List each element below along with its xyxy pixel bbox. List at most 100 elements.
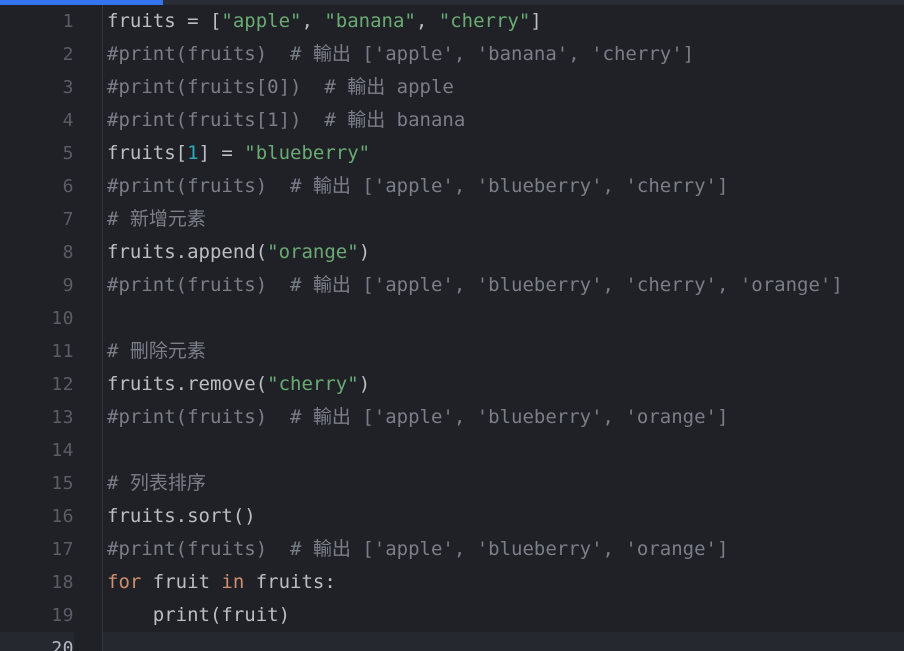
token-comment: #print(fruits[0]) # 輸出 apple [107,76,454,98]
code-line[interactable]: 12 fruits.remove("cherry") [0,368,904,401]
code-line[interactable]: 9 #print(fruits) # 輸出 ['apple', 'blueberr… [0,269,904,302]
line-content[interactable]: fruits.remove("cherry") [103,368,904,401]
line-number[interactable]: 11 [0,335,74,368]
line-number[interactable]: 17 [0,533,74,566]
line-content[interactable] [103,434,904,467]
token-function: remove [187,373,256,395]
token-comment: #print(fruits) # 輸出 ['apple', 'blueberry… [107,274,843,296]
line-content[interactable]: #print(fruits) # 輸出 ['apple', 'blueberry… [103,269,904,302]
code-line[interactable]: 8 fruits.append("orange") [0,236,904,269]
token-plain: , [415,10,439,32]
token-plain: fruits[ [107,142,188,164]
line-number[interactable]: 20 [0,632,74,651]
token-plain: , [301,10,325,32]
line-content[interactable]: # 刪除元素 [103,335,904,368]
token-comment: #print(fruits) # 輸出 ['apple', 'blueberry… [107,538,729,560]
line-number[interactable]: 14 [0,434,74,467]
code-line[interactable]: 10 [0,302,904,335]
token-function: append [187,241,256,263]
code-editor-window: 1 fruits = ["apple", "banana", "cherry"] 2… [0,0,904,651]
line-content[interactable]: # 列表排序 [103,467,904,500]
line-content[interactable]: # 新增元素 [103,203,904,236]
line-content[interactable]: fruits[1] = "blueberry" [103,137,904,170]
line-number[interactable]: 9 [0,269,74,302]
token-comment: # 新增元素 [107,208,206,230]
token-comment: # 列表排序 [107,472,206,494]
line-number[interactable]: 8 [0,236,74,269]
code-line[interactable]: 14 [0,434,904,467]
code-line[interactable]: 2 #print(fruits) # 輸出 ['apple', 'banana',… [0,38,904,71]
line-content[interactable]: fruits.sort() [103,500,904,533]
code-line[interactable]: 1 fruits = ["apple", "banana", "cherry"] [0,5,904,38]
token-function: sort [187,505,233,527]
code-line[interactable]: 4 #print(fruits[1]) # 輸出 banana [0,104,904,137]
line-number[interactable]: 13 [0,401,74,434]
token-plain: fruits. [107,505,188,527]
token-string: "blueberry" [244,142,371,164]
token-keyword: for [107,571,142,593]
token-plain: ) [358,373,371,395]
token-plain: fruits. [107,373,188,395]
line-number[interactable]: 5 [0,137,74,170]
token-plain: ] = [198,142,245,164]
token-plain: fruits: [244,571,336,593]
line-content[interactable]: fruits = ["apple", "banana", "cherry"] [103,5,904,38]
token-plain: () [232,505,256,527]
token-plain: ( [255,241,268,263]
line-number[interactable]: 16 [0,500,74,533]
line-content[interactable]: for fruit in fruits: [103,566,904,599]
line-number[interactable]: 1 [0,5,74,38]
line-content[interactable]: #print(fruits) # 輸出 ['apple', 'blueberry… [103,170,904,203]
line-content[interactable] [103,632,904,651]
code-line[interactable]: 16 fruits.sort() [0,500,904,533]
line-number[interactable]: 4 [0,104,74,137]
code-line[interactable]: 3 #print(fruits[0]) # 輸出 apple [0,71,904,104]
token-plain: ] [530,10,542,32]
line-content[interactable]: print(fruit) [103,599,904,632]
token-plain: ( [255,373,268,395]
line-number[interactable]: 15 [0,467,74,500]
line-number[interactable]: 3 [0,71,74,104]
indexing-progress-bar [0,0,904,5]
code-line[interactable]: 6 #print(fruits) # 輸出 ['apple', 'blueberr… [0,170,904,203]
code-line[interactable]: 19 print(fruit) [0,599,904,632]
line-number[interactable]: 2 [0,38,74,71]
code-line[interactable]: 17 #print(fruits) # 輸出 ['apple', 'blueber… [0,533,904,566]
line-number[interactable]: 7 [0,203,74,236]
token-comment: # 刪除元素 [107,340,206,362]
code-line[interactable]: 5 fruits[1] = "blueberry" [0,137,904,170]
token-string: "cherry" [438,10,531,32]
line-content[interactable]: #print(fruits) # 輸出 ['apple', 'blueberry… [103,533,904,566]
code-line[interactable]: 20 [0,632,904,651]
code-line[interactable]: 15 # 列表排序 [0,467,904,500]
line-content[interactable]: fruits.append("orange") [103,236,904,269]
line-number[interactable]: 12 [0,368,74,401]
line-content[interactable]: #print(fruits) # 輸出 ['apple', 'blueberry… [103,401,904,434]
token-comment: #print(fruits) # 輸出 ['apple', 'blueberry… [107,175,729,197]
token-string: "apple" [221,10,302,32]
code-line[interactable]: 13 #print(fruits) # 輸出 ['apple', 'blueber… [0,401,904,434]
line-content[interactable]: #print(fruits) # 輸出 ['apple', 'banana', … [103,38,904,71]
token-function: print [152,604,210,626]
line-content[interactable]: #print(fruits[1]) # 輸出 banana [103,104,904,137]
line-number[interactable]: 19 [0,599,74,632]
line-number[interactable]: 6 [0,170,74,203]
token-plain: fruit [141,571,222,593]
token-string: "banana" [324,10,416,32]
token-number: 1 [187,142,199,164]
code-line[interactable]: 18 for fruit in fruits: [0,566,904,599]
line-number[interactable]: 18 [0,566,74,599]
line-content[interactable] [103,302,904,335]
indexing-progress-fill [0,0,163,5]
code-editing-area[interactable]: 1 fruits = ["apple", "banana", "cherry"] 2… [0,0,904,651]
code-line[interactable]: 11 # 刪除元素 [0,335,904,368]
token-keyword: in [221,571,245,593]
token-comment: #print(fruits) # 輸出 ['apple', 'blueberry… [107,406,729,428]
token-plain: (fruit) [209,604,291,626]
token-plain: fruits. [107,241,188,263]
code-line[interactable]: 7 # 新增元素 [0,203,904,236]
line-number[interactable]: 10 [0,302,74,335]
token-comment: #print(fruits) # 輸出 ['apple', 'banana', … [107,43,695,65]
line-content[interactable]: #print(fruits[0]) # 輸出 apple [103,71,904,104]
